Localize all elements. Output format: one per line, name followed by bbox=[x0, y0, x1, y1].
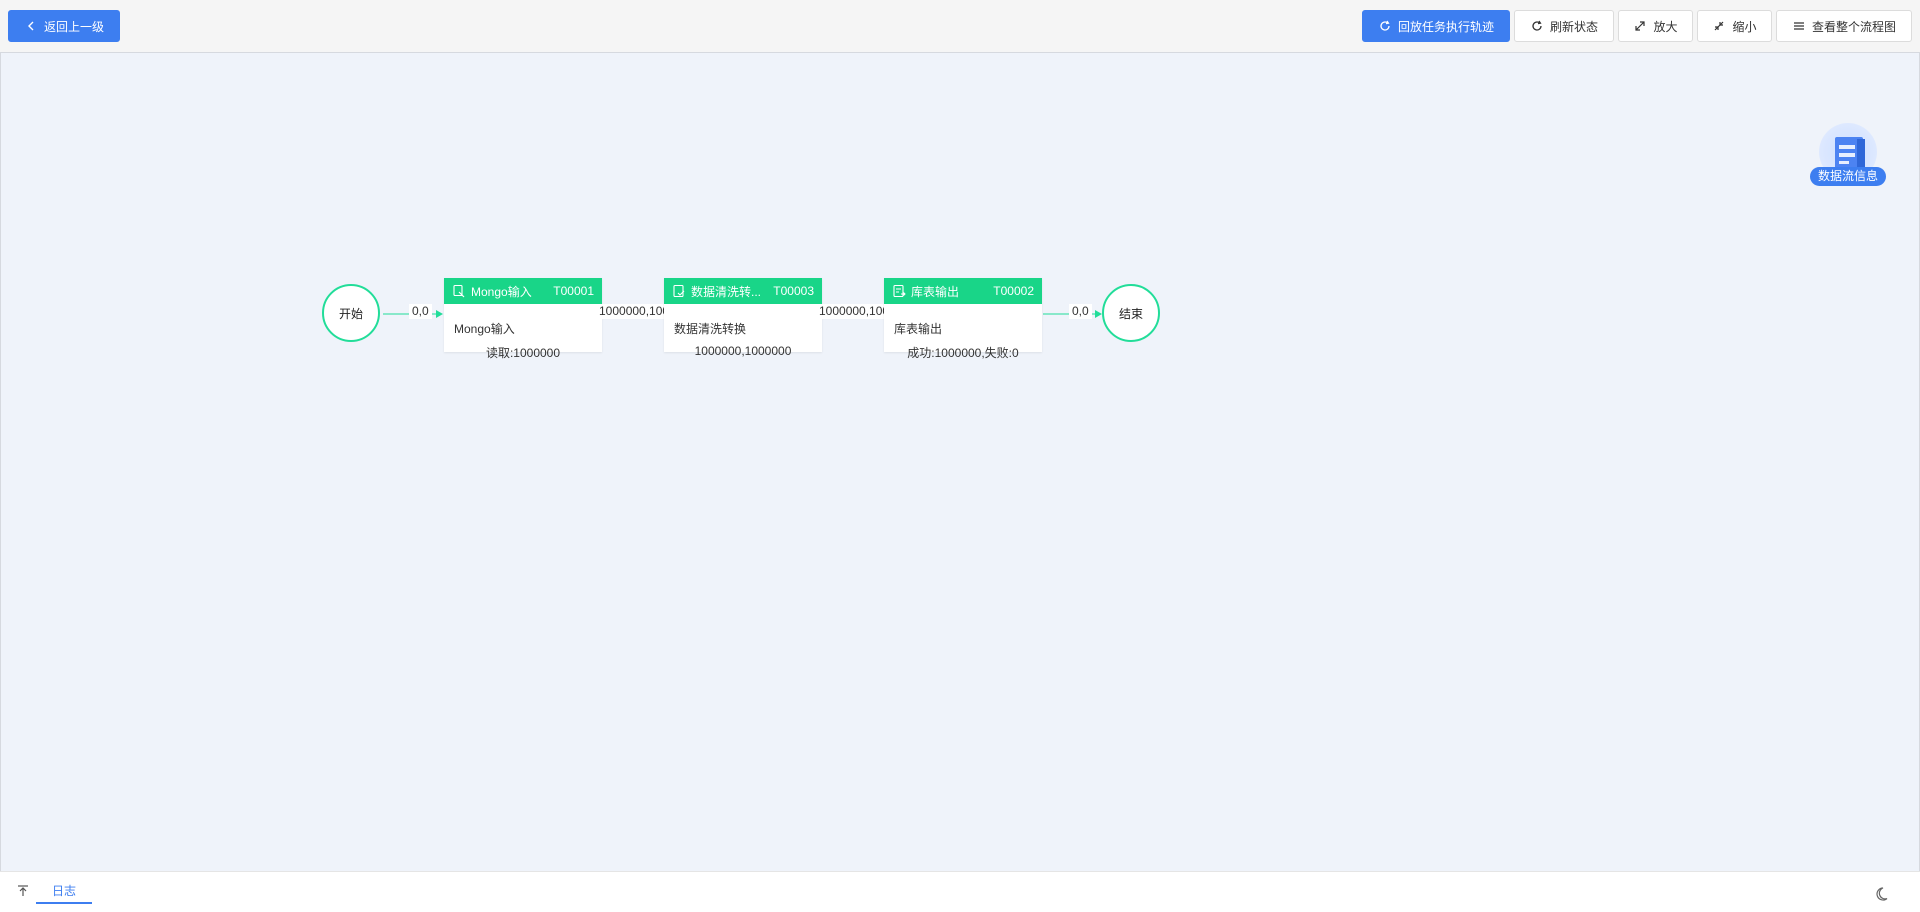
replay-task-trace-button[interactable]: 回放任务执行轨迹 bbox=[1362, 10, 1510, 42]
edge-label-end: 0,0 bbox=[1069, 304, 1092, 319]
start-node-label: 开始 bbox=[338, 306, 363, 321]
expand-panel-icon[interactable] bbox=[16, 884, 30, 898]
task-name: Mongo输入 bbox=[471, 284, 532, 299]
dataflow-info-label[interactable]: 数据流信息 bbox=[1810, 167, 1887, 186]
chevron-left-icon bbox=[24, 19, 38, 33]
data-clean-icon bbox=[672, 284, 686, 298]
task-node-header: Mongo输入 T00001 bbox=[444, 278, 602, 304]
task-description: 库表输出 bbox=[894, 322, 943, 336]
task-code: T00002 bbox=[993, 284, 1034, 298]
task-node-header: 库表输出 T00002 bbox=[884, 278, 1042, 304]
view-whole-flow-label: 查看整个流程图 bbox=[1811, 19, 1896, 34]
bottom-panel-bar: 日志 bbox=[0, 871, 1920, 912]
task-node-table-output[interactable]: 库表输出 T00002 库表输出 bbox=[884, 278, 1042, 352]
edge-arrow bbox=[1095, 310, 1102, 318]
back-button[interactable]: 返回上一级 bbox=[8, 10, 120, 42]
list-icon bbox=[1792, 19, 1806, 33]
start-node[interactable]: 开始 bbox=[322, 284, 380, 342]
edge-label-start: 0,0 bbox=[409, 304, 432, 319]
back-button-label: 返回上一级 bbox=[43, 19, 104, 34]
task-description: Mongo输入 bbox=[454, 322, 515, 336]
flow-canvas[interactable]: 开始 0,0 Mongo输入 T00001 Mongo输入 1000000,10… bbox=[0, 52, 1920, 872]
moon-icon[interactable] bbox=[1876, 886, 1892, 902]
task-name: 数据清洗转... bbox=[691, 284, 762, 299]
node-stat-mongo-input: 读取:1000000 bbox=[485, 346, 561, 360]
edge-label-node2-node3: 1000000,100 bbox=[816, 304, 890, 319]
task-node-header: 数据清洗转... T00003 bbox=[664, 278, 822, 304]
edge-arrow bbox=[436, 310, 443, 318]
node-stat-table-output: 成功:1000000,失败:0 bbox=[907, 346, 1019, 360]
zoom-in-button[interactable]: 放大 bbox=[1618, 10, 1693, 42]
refresh-status-button[interactable]: 刷新状态 bbox=[1514, 10, 1614, 42]
table-output-icon bbox=[892, 284, 906, 298]
zoom-in-label: 放大 bbox=[1653, 19, 1678, 34]
task-description: 数据清洗转换 bbox=[674, 322, 747, 336]
view-whole-flow-button[interactable]: 查看整个流程图 bbox=[1776, 10, 1912, 42]
flow-edges bbox=[383, 310, 1102, 318]
edge-label-node1-node2: 1000000,100 bbox=[596, 304, 670, 319]
task-code: T00003 bbox=[773, 284, 814, 298]
tab-log[interactable]: 日志 bbox=[36, 878, 92, 904]
task-node-mongo-input[interactable]: Mongo输入 T00001 Mongo输入 bbox=[444, 278, 602, 352]
refresh-icon bbox=[1378, 19, 1392, 33]
zoom-out-button[interactable]: 缩小 bbox=[1697, 10, 1772, 42]
top-toolbar: 返回上一级 回放任务执行轨迹 刷新状态 放大 缩小 查看整个流程图 bbox=[0, 0, 1920, 52]
task-name: 库表输出 bbox=[911, 284, 960, 299]
task-code: T00001 bbox=[553, 284, 594, 298]
replay-label: 回放任务执行轨迹 bbox=[1397, 19, 1494, 34]
end-node-label: 结束 bbox=[1118, 306, 1143, 321]
task-node-data-clean[interactable]: 数据清洗转... T00003 数据清洗转换 bbox=[664, 278, 822, 352]
end-node[interactable]: 结束 bbox=[1102, 284, 1160, 342]
expand-arrows-icon bbox=[1633, 19, 1647, 33]
mongo-input-icon bbox=[452, 284, 466, 298]
compress-arrows-icon bbox=[1712, 19, 1726, 33]
refresh-icon bbox=[1530, 19, 1544, 33]
node-stat-data-clean: 1000000,1000000 bbox=[694, 344, 792, 358]
zoom-out-label: 缩小 bbox=[1732, 19, 1757, 34]
refresh-status-label: 刷新状态 bbox=[1549, 19, 1598, 34]
